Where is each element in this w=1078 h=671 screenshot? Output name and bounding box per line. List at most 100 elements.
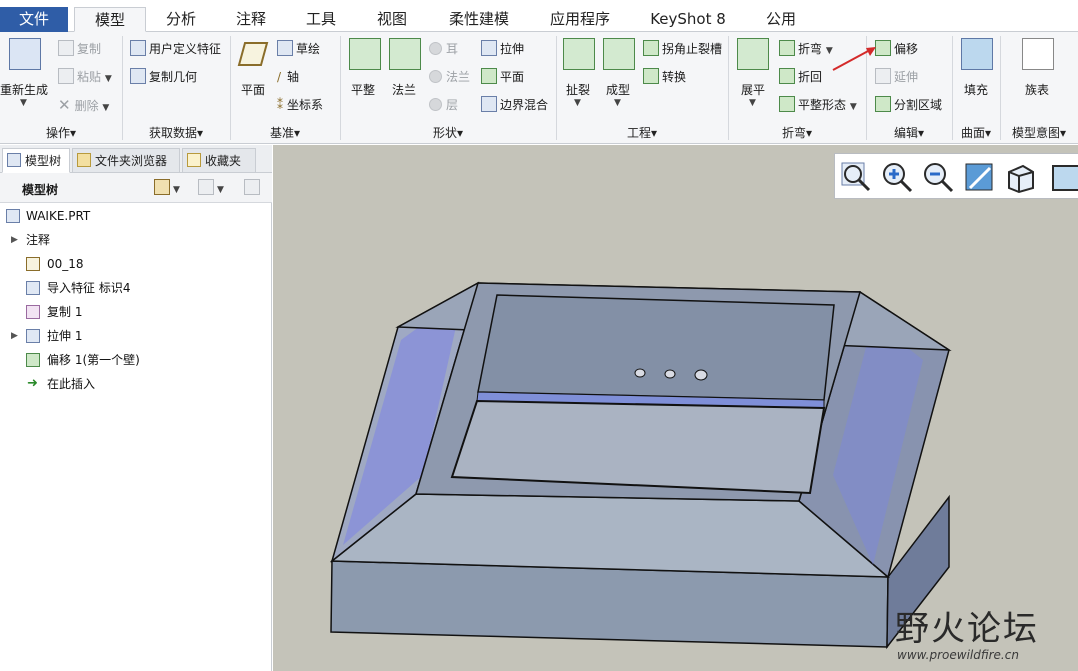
unbend-icon[interactable] [737,38,769,70]
flat-wall-button[interactable]: 平整 [351,81,375,98]
group-label-operations[interactable]: 操作▾ [0,124,122,140]
display-style-icon[interactable] [1003,160,1037,194]
group-label-get-data[interactable]: 获取数据▾ [122,124,230,140]
group-label-surface[interactable]: 曲面▾ [952,124,1000,140]
tree-node-csys[interactable]: 00_18 [0,253,272,275]
form-button[interactable]: 成型 [606,81,630,98]
tab-annotate[interactable]: 注释 [216,7,286,32]
navigator-tabs: 模型树 文件夹浏览器 收藏夹 [0,145,272,173]
copy-button[interactable]: 复制 [58,40,101,57]
regenerate-icon[interactable] [9,38,41,70]
zoom-in-icon[interactable] [880,160,914,194]
boundary-blend-button[interactable]: 边界混合 [481,96,548,113]
datum-plane-button[interactable]: 平面 [241,81,265,98]
paste-button[interactable]: 粘贴 ▼ [58,68,112,85]
delete-button[interactable]: ✕ 删除 ▼ [58,96,109,114]
tree-node-import-feature[interactable]: 导入特征 标识4 [0,277,272,299]
extrude-feature-icon [26,329,40,343]
convert-button[interactable]: 转换 [643,68,686,85]
tab-utilities[interactable]: 公用 [746,7,816,32]
hole [664,369,676,379]
tab-file[interactable]: 文件 [0,7,68,32]
rip-icon[interactable] [563,38,595,70]
expand-icon[interactable]: ▶ [11,325,18,347]
bend-icon [779,40,795,56]
chevron-down-icon[interactable]: ▼ [574,98,581,108]
fill-button[interactable]: 填充 [964,81,988,98]
group-label-bend[interactable]: 折弯▾ [728,124,866,140]
tab-applications[interactable]: 应用程序 [530,7,630,32]
tree-node-copy[interactable]: 复制 1 [0,301,272,323]
copy-feature-icon [26,305,40,319]
tab-model[interactable]: 模型 [74,7,146,32]
axis-button[interactable]: / 轴 [277,68,299,85]
repaint-icon[interactable] [962,160,996,194]
regenerate-button[interactable]: 重新生成 [0,81,48,98]
tab-model-tree[interactable]: 模型树 [2,148,70,173]
graphics-viewport[interactable] [273,145,1078,671]
group-label-datum[interactable]: 基准▾ [230,124,340,140]
split-area-button[interactable]: 分割区域 [875,96,942,113]
tab-view[interactable]: 视图 [356,7,428,32]
paste-icon [58,68,74,84]
tree-node-insert-here[interactable]: ➜ 在此插入 [0,373,272,395]
flat-pattern-button[interactable]: 平整形态 ▼ [779,96,857,113]
flange-button[interactable]: 法兰 [392,81,416,98]
user-defined-feature-button[interactable]: 用户定义特征 [130,40,221,57]
tree-icon [7,153,21,167]
tab-keyshot[interactable]: KeyShot 8 [630,7,746,32]
zoom-out-icon[interactable] [921,160,955,194]
chevron-down-icon[interactable]: ▼ [614,98,621,108]
expand-icon[interactable]: ▶ [11,229,18,251]
tree-show-button[interactable]: ▼ [198,179,224,195]
flat-wall-icon[interactable] [349,38,381,70]
tree-settings-button[interactable]: ▼ [154,179,180,195]
view-toolbar [834,153,1078,199]
form-icon[interactable] [603,38,635,70]
unbend-button[interactable]: 展平 [741,81,765,98]
group-label-engineering[interactable]: 工程▾ [556,124,728,140]
offset-feature-icon [26,353,40,367]
bend-back-button[interactable]: 折回 [779,68,822,85]
plane-surface-button[interactable]: 平面 [481,68,524,85]
offset-button[interactable]: 偏移 [875,40,918,57]
tree-node-annotations[interactable]: ▶ 注释 [0,229,272,251]
layer-button[interactable]: 层 [429,96,458,113]
csys-button[interactable]: ⁑ 坐标系 [277,96,323,113]
chevron-down-icon[interactable]: ▼ [749,98,756,108]
tab-favorites[interactable]: 收藏夹 [182,148,256,173]
fill-icon[interactable] [961,38,993,70]
saved-views-icon[interactable] [1047,160,1078,194]
import-feature-icon [26,281,40,295]
group-label-shapes[interactable]: 形状▾ [340,124,556,140]
family-table-icon[interactable] [1022,38,1054,70]
bend-button[interactable]: 折弯 ▼ [779,40,833,57]
tree-node-offset[interactable]: 偏移 1(第一个壁) [0,349,272,371]
tab-tools[interactable]: 工具 [286,7,356,32]
tree-node-part[interactable]: WAIKE.PRT [0,205,272,227]
lip-button[interactable]: 耳 [429,40,458,57]
rip-button[interactable]: 扯裂 [566,81,590,98]
lip-icon [429,42,442,55]
group-label-model-intent[interactable]: 模型意图▾ [1000,124,1078,140]
sketch-button[interactable]: 草绘 [277,40,320,57]
tree-node-extrude[interactable]: ▶ 拉伸 1 [0,325,272,347]
tree-filter-button[interactable] [244,179,263,195]
flange-secondary-button[interactable]: 法兰 [429,68,470,85]
group-label-edit[interactable]: 编辑▾ [866,124,952,140]
tab-flexible-modeling[interactable]: 柔性建模 [428,7,530,32]
favorites-icon [187,153,201,167]
copy-geometry-button[interactable]: 复制几何 [130,68,197,85]
refit-zoom-icon[interactable] [839,160,873,194]
family-table-button[interactable]: 族表 [1025,81,1049,98]
delete-icon: ✕ [58,96,71,114]
forum-watermark: 野火论坛 www.proewildfire.cn [895,610,1070,666]
tab-folder-browser[interactable]: 文件夹浏览器 [72,148,180,173]
corner-relief-button[interactable]: 拐角止裂槽 [643,40,722,57]
extend-button[interactable]: 延伸 [875,68,918,85]
flange-icon[interactable] [389,38,421,70]
chevron-down-icon[interactable]: ▼ [20,98,27,108]
tab-analysis[interactable]: 分析 [146,7,216,32]
plane-icon[interactable] [237,40,269,68]
extrude-button[interactable]: 拉伸 [481,40,524,57]
